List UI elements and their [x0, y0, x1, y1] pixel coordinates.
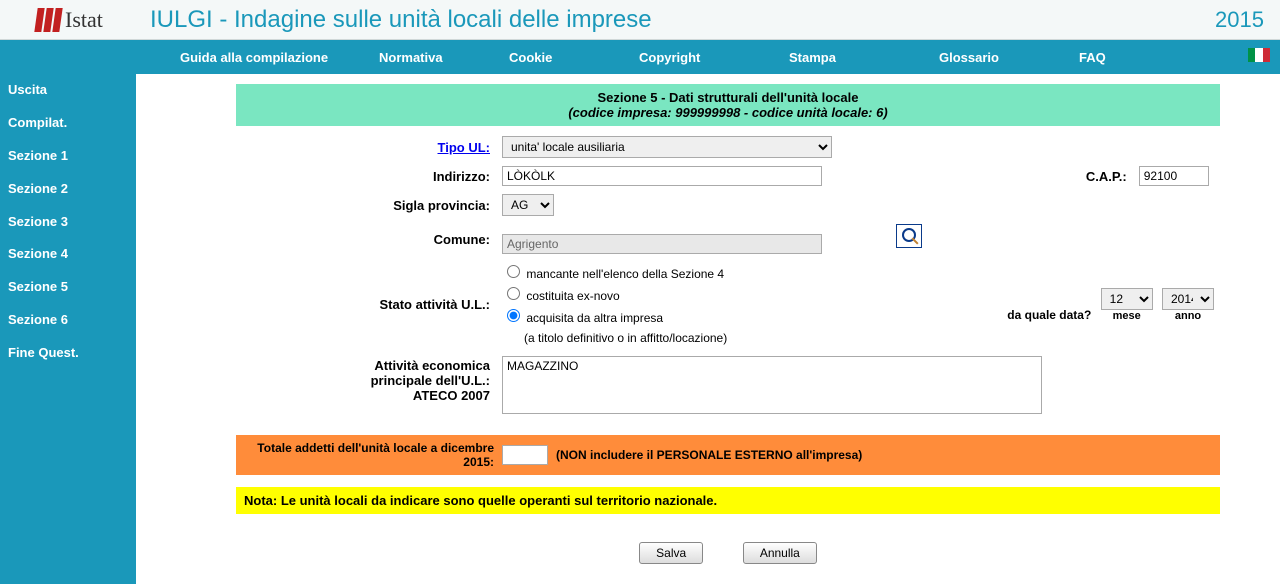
section-subtitle: (codice impresa: 999999998 - codice unit…	[236, 105, 1220, 120]
stato-opt3-sub: (a titolo definitivo o in affitto/locazi…	[524, 329, 949, 348]
menu-stampa[interactable]: Stampa	[775, 50, 925, 65]
stato-radio-mancante[interactable]	[507, 265, 520, 278]
sidebar-item-fine-quest[interactable]: Fine Quest.	[0, 337, 136, 370]
totale-input[interactable]	[502, 445, 548, 465]
provincia-label: Sigla provincia:	[236, 190, 496, 220]
cap-label: C.A.P.:	[955, 162, 1133, 190]
stato-radio-acquisita[interactable]	[507, 309, 520, 322]
sidebar-item-sezione-1[interactable]: Sezione 1	[0, 140, 136, 173]
totale-note: (NON includere il PERSONALE ESTERNO all'…	[556, 448, 862, 462]
page-title: IULGI - Indagine sulle unità locali dell…	[150, 6, 1215, 34]
stato-opt1-label: mancante nell'elenco della Sezione 4	[526, 267, 724, 281]
anno-sublabel: anno	[1162, 310, 1214, 322]
indirizzo-label: Indirizzo:	[236, 162, 496, 190]
sidebar-item-compilat[interactable]: Compilat.	[0, 107, 136, 140]
menu-glossario[interactable]: Glossario	[925, 50, 1065, 65]
section-title: Sezione 5 - Dati strutturali dell'unità …	[236, 90, 1220, 105]
attivita-label-l3: ATECO 2007	[413, 388, 490, 403]
attivita-textarea[interactable]	[502, 356, 1042, 414]
sidebar-item-sezione-6[interactable]: Sezione 6	[0, 304, 136, 337]
sidebar-item-sezione-4[interactable]: Sezione 4	[0, 238, 136, 271]
mese-sublabel: mese	[1101, 310, 1153, 322]
logo-text: Istat	[65, 7, 103, 33]
top-menu: Guida alla compilazione Normativa Cookie…	[0, 40, 1280, 74]
cap-input[interactable]	[1139, 166, 1209, 186]
menu-normativa[interactable]: Normativa	[365, 50, 495, 65]
totale-row: Totale addetti dell'unità locale a dicem…	[236, 435, 1220, 475]
nota-row: Nota: Le unità locali da indicare sono q…	[236, 487, 1220, 514]
stato-opt2-label: costituita ex-novo	[526, 289, 619, 303]
attivita-label-l1: Attività economica	[374, 358, 490, 373]
search-icon[interactable]	[896, 224, 922, 248]
stato-label: Stato attività U.L.:	[236, 258, 496, 352]
sidebar-item-sezione-5[interactable]: Sezione 5	[0, 271, 136, 304]
sidebar-item-uscita[interactable]: Uscita	[0, 74, 136, 107]
sidebar: Uscita Compilat. Sezione 1 Sezione 2 Sez…	[0, 74, 136, 584]
menu-guida[interactable]: Guida alla compilazione	[150, 50, 365, 65]
stato-radio-exnovo[interactable]	[507, 287, 520, 300]
logo-icon	[36, 8, 61, 32]
header-year: 2015	[1215, 7, 1280, 33]
sidebar-item-sezione-2[interactable]: Sezione 2	[0, 173, 136, 206]
da-quale-data-label: da quale data?	[1007, 308, 1091, 322]
cancel-button[interactable]: Annulla	[743, 542, 817, 564]
save-button[interactable]: Salva	[639, 542, 703, 564]
app-header: Istat IULGI - Indagine sulle unità local…	[0, 0, 1280, 40]
section-header: Sezione 5 - Dati strutturali dell'unità …	[236, 84, 1220, 126]
sidebar-item-sezione-3[interactable]: Sezione 3	[0, 206, 136, 239]
provincia-select[interactable]: AG	[502, 194, 554, 216]
tipo-ul-select[interactable]: unita' locale ausiliaria	[502, 136, 832, 158]
indirizzo-input[interactable]	[502, 166, 822, 186]
main-content: Sezione 5 - Dati strutturali dell'unità …	[136, 74, 1280, 584]
comune-label: Comune:	[236, 220, 496, 258]
flag-icon[interactable]	[1248, 48, 1270, 62]
mese-select[interactable]: 12	[1101, 288, 1153, 310]
stato-opt3-label: acquisita da altra impresa	[526, 311, 663, 325]
totale-label: Totale addetti dell'unità locale a dicem…	[244, 441, 502, 469]
anno-select[interactable]: 2014	[1162, 288, 1214, 310]
button-row: Salva Annulla	[236, 542, 1220, 564]
menu-cookie[interactable]: Cookie	[495, 50, 625, 65]
comune-input	[502, 234, 822, 254]
menu-faq[interactable]: FAQ	[1065, 50, 1120, 65]
attivita-label-l2: principale dell'U.L.:	[371, 373, 490, 388]
menu-copyright[interactable]: Copyright	[625, 50, 775, 65]
tipo-ul-label[interactable]: Tipo UL:	[438, 140, 490, 155]
logo: Istat	[0, 7, 150, 33]
